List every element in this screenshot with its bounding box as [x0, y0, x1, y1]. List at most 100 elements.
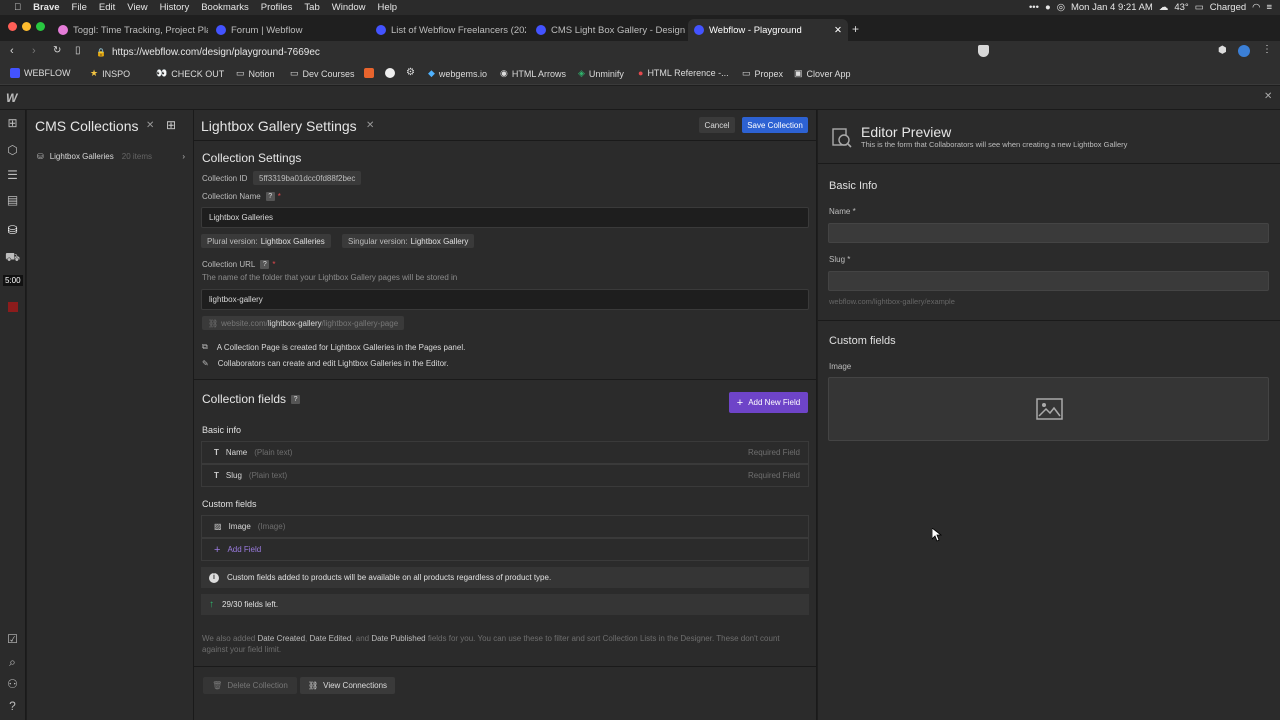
add-field-label: Add Field: [227, 545, 262, 554]
add-collection-icon[interactable]: ⊞: [166, 118, 176, 132]
webflow-logo-icon[interactable]: W: [6, 91, 17, 105]
field-row-image[interactable]: ▨ Image (Image): [201, 515, 809, 538]
menu-file[interactable]: File: [66, 2, 93, 13]
url-preview-bold: lightbox-gallery: [267, 318, 322, 328]
status-circle-icon[interactable]: ●: [1045, 2, 1051, 13]
cms-collections-panel: CMS Collections ✕ ⊞ ⛁ Lightbox Galleries…: [27, 110, 194, 720]
add-panel-icon[interactable]: ⊞: [5, 116, 20, 131]
menu-profiles[interactable]: Profiles: [255, 2, 299, 13]
new-tab-icon[interactable]: +: [852, 22, 859, 36]
bookmark-html-arrows[interactable]: ◉ HTML Arrows: [500, 68, 566, 79]
navigator-icon[interactable]: ☰: [5, 168, 20, 183]
folder-icon: ▭: [290, 68, 299, 78]
menu-edit[interactable]: Edit: [93, 2, 121, 13]
symbols-icon[interactable]: ⬡: [5, 143, 20, 158]
menu-view[interactable]: View: [121, 2, 153, 13]
apple-icon[interactable]: : [0, 2, 27, 13]
window-close-button[interactable]: [8, 22, 17, 31]
divider: [818, 320, 1280, 321]
cms-database-icon[interactable]: ⛁: [5, 223, 20, 238]
profile-icon[interactable]: [1238, 45, 1250, 57]
view-connections-button[interactable]: ⛓ View Connections: [300, 677, 395, 694]
preview-name-input[interactable]: [828, 223, 1269, 243]
bookmark-webgems[interactable]: ◆ webgems.io: [428, 68, 487, 79]
menu-history[interactable]: History: [154, 2, 196, 13]
add-new-field-button[interactable]: + Add New Field: [729, 392, 808, 413]
bookmark-clover[interactable]: ▣ Clover App: [794, 68, 851, 79]
bookmark-propex[interactable]: ▭ Propex: [742, 68, 783, 79]
tab-toggl[interactable]: Toggl: Time Tracking, Project Planni: [52, 19, 208, 41]
close-icon[interactable]: ✕: [366, 120, 374, 131]
trash-icon: 🗑: [212, 681, 223, 690]
image-upload-area[interactable]: [828, 377, 1269, 441]
menu-help[interactable]: Help: [372, 2, 404, 13]
arrow-circle-icon: ◉: [500, 68, 508, 78]
tab-playground[interactable]: Webflow - Playground ✕: [688, 19, 848, 41]
menubar-clock[interactable]: Mon Jan 4 9:21 AM: [1071, 2, 1153, 13]
users-icon[interactable]: ⚇: [5, 677, 20, 692]
back-icon[interactable]: ‹: [10, 45, 14, 57]
gear-bookmark-icon[interactable]: ⚙: [406, 67, 415, 78]
help-icon[interactable]: ?: [265, 192, 275, 201]
menubar-battery[interactable]: Charged: [1210, 2, 1246, 13]
field-row-slug[interactable]: T Slug (Plain text) Required Field: [201, 464, 809, 487]
bookmark-webflow[interactable]: WEBFLOW: [10, 68, 71, 78]
bookmark-html-reference[interactable]: ● HTML Reference -...: [638, 68, 729, 78]
menu-app-name[interactable]: Brave: [27, 2, 65, 13]
help-icon[interactable]: ?: [291, 394, 301, 404]
bookmark-check-out[interactable]: 👀 CHECK OUT: [156, 68, 224, 79]
bookmark-inspo[interactable]: ★ INSPO: [90, 68, 130, 79]
menu-tab[interactable]: Tab: [298, 2, 325, 13]
window-zoom-button[interactable]: [36, 22, 45, 31]
bookmark-dev-courses[interactable]: ▭ Dev Courses: [290, 68, 355, 79]
tab-lightbox-help[interactable]: CMS Light Box Gallery - Design hel: [530, 19, 686, 41]
help-icon[interactable]: ?: [260, 260, 270, 269]
cancel-button[interactable]: Cancel: [699, 117, 735, 133]
save-collection-button[interactable]: Save Collection: [742, 117, 808, 133]
menu-bookmarks[interactable]: Bookmarks: [195, 2, 255, 13]
search-icon[interactable]: ⌕: [5, 655, 20, 670]
menu-window[interactable]: Window: [326, 2, 372, 13]
bookmark-page-icon[interactable]: ▯: [75, 45, 81, 56]
help-icon[interactable]: ?: [5, 699, 20, 714]
pages-icon[interactable]: ▤: [5, 193, 20, 208]
control-center-icon[interactable]: ≡: [1266, 2, 1272, 13]
designer-left-rail: ⊞ ⬡ ☰ ▤ ⛁ ⛟ 5:00 ☑ ⌕ ⚇ ?: [0, 110, 26, 720]
record-stop-icon[interactable]: [8, 302, 18, 312]
preview-slug-hint: webflow.com/lightbox-gallery/example: [829, 297, 955, 306]
window-minimize-button[interactable]: [22, 22, 31, 31]
forward-icon[interactable]: ›: [32, 45, 36, 57]
reload-icon[interactable]: ↻: [53, 45, 61, 56]
ecommerce-cart-icon[interactable]: ⛟: [5, 250, 20, 265]
chevron-right-icon: ›: [182, 151, 185, 161]
collection-name-input[interactable]: Lightbox Galleries: [201, 207, 809, 228]
wifi-icon[interactable]: ◠: [1252, 2, 1260, 13]
bookmark-unminify[interactable]: ◈ Unminify: [578, 68, 624, 79]
delete-collection-label: Delete Collection: [227, 681, 288, 690]
menubar-weather[interactable]: 43°: [1174, 2, 1188, 13]
address-bar[interactable]: 🔒 https://webflow.com/design/playground-…: [96, 44, 966, 61]
add-field-row[interactable]: + Add Field: [201, 538, 809, 561]
tab-label: CMS Light Box Gallery - Design hel: [551, 24, 686, 36]
close-panel-icon[interactable]: ✕: [1264, 91, 1272, 102]
tab-forum[interactable]: Forum | Webflow: [210, 19, 366, 41]
field-row-name[interactable]: T Name (Plain text) Required Field: [201, 441, 809, 464]
tab-freelancers[interactable]: List of Webflow Freelancers (2021): [370, 19, 526, 41]
extensions-icon[interactable]: ⬢: [1218, 45, 1227, 56]
bookmark-notion[interactable]: ▭ Notion: [236, 68, 275, 79]
delete-collection-button[interactable]: 🗑 Delete Collection: [203, 677, 297, 694]
footnote-text: We also added: [202, 634, 258, 643]
preview-slug-input[interactable]: [828, 271, 1269, 291]
audit-check-icon[interactable]: ☑: [5, 632, 20, 647]
close-icon[interactable]: ✕: [146, 120, 154, 131]
circle-bookmark-icon[interactable]: [385, 68, 395, 78]
collection-list-item[interactable]: ⛁ Lightbox Galleries 20 items ›: [27, 146, 193, 166]
target-icon[interactable]: ◎: [1057, 2, 1065, 13]
more-icon[interactable]: •••: [1029, 2, 1039, 13]
plus-icon: +: [214, 543, 221, 556]
brave-shield-icon[interactable]: [978, 45, 989, 57]
orange-bookmark-icon[interactable]: [364, 68, 374, 78]
tab-close-icon[interactable]: ✕: [834, 25, 842, 36]
menu-icon[interactable]: ⋮: [1262, 44, 1272, 55]
collection-url-input[interactable]: lightbox-gallery: [201, 289, 809, 310]
